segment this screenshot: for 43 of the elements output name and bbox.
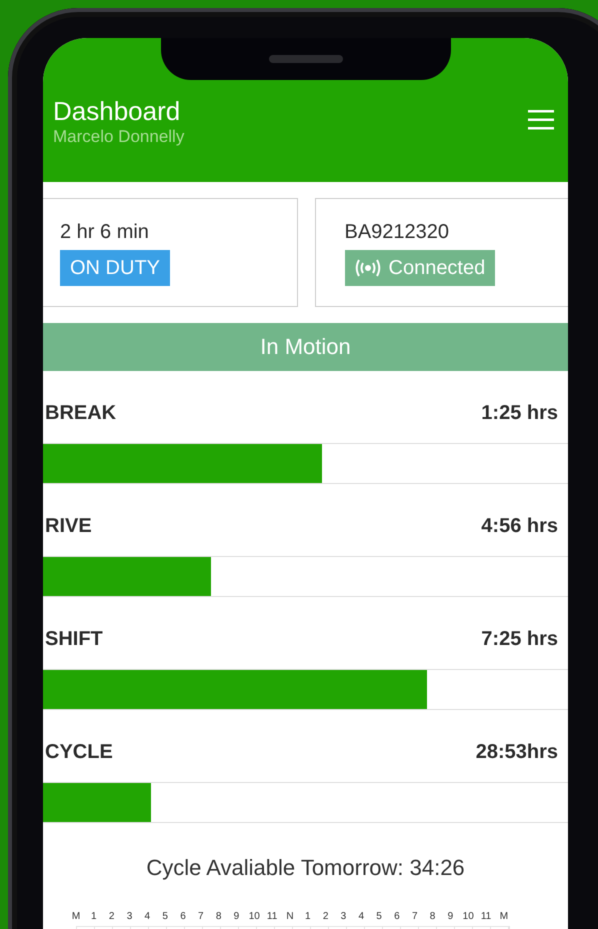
hour-label: 7 [410, 911, 419, 922]
timer-reading: 7:25 hrs [481, 628, 558, 650]
user-name: Marcelo Donnelly [53, 126, 184, 148]
hour-label: N [285, 911, 295, 922]
timer-reading: 4:56 hrs [481, 514, 558, 538]
hour-label: 11 [266, 911, 278, 922]
hour-label: 2 [322, 911, 330, 922]
hour-label: 1 [90, 911, 98, 922]
menu-icon[interactable] [528, 110, 554, 130]
hour-label: 1 [304, 911, 312, 922]
page-title: Dashboard [53, 96, 182, 126]
device-id: BA9212320 [344, 221, 450, 244]
duty-time: 2 hr 6 min [60, 221, 150, 244]
hour-label: M [70, 911, 82, 922]
hour-label: 9 [446, 911, 454, 922]
timer-reading: 1:25 hrs [481, 402, 558, 424]
hour-label: 3 [340, 911, 348, 922]
signal-icon [354, 259, 380, 277]
hour-label: 5 [161, 911, 169, 922]
timer-reading: 28:53hrs [476, 740, 558, 764]
hour-label: 2 [108, 911, 116, 922]
motion-banner: In Motion [43, 323, 568, 371]
hour-label: 11 [480, 911, 492, 922]
hour-label: 6 [179, 911, 187, 922]
hour-label: M [498, 911, 510, 922]
hour-label: 4 [144, 911, 152, 922]
hour-label: 10 [462, 911, 475, 922]
timer-label: SHIFT [45, 628, 103, 650]
duty-status-badge: ON DUTY [60, 250, 170, 286]
cycle-available: Cycle Avaliable Tomorrow: 34:26 [145, 854, 466, 882]
connection-badge: Connected [344, 250, 496, 286]
hour-label: 6 [393, 911, 401, 922]
hour-label: 8 [214, 911, 222, 922]
hour-label: 4 [357, 911, 366, 922]
hour-label: 9 [232, 911, 240, 922]
timer-label: BREAK [45, 402, 116, 424]
hour-label: 3 [126, 911, 134, 922]
hour-label: 10 [248, 911, 261, 922]
timer-label: CYCLE [45, 740, 113, 764]
hour-label: 8 [428, 911, 436, 922]
hour-label: 7 [197, 911, 205, 922]
timer-label: RIVE [45, 514, 92, 538]
hour-label: 5 [375, 911, 383, 922]
